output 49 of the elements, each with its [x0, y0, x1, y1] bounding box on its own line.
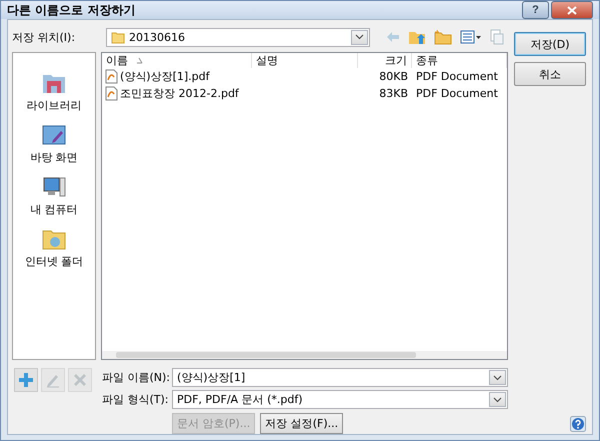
properties-icon[interactable]: [490, 29, 504, 45]
delete-icon: [72, 372, 88, 388]
column-header[interactable]: 이름: [106, 53, 128, 68]
column-header[interactable]: 설명: [256, 53, 278, 68]
file-name-field[interactable]: (양식)상장[1]: [172, 368, 508, 387]
file-name-label: 파일 이름(N):: [102, 370, 170, 385]
file-name: 조민표창장 2012-2.pdf: [120, 86, 239, 101]
add-place-button[interactable]: [14, 368, 38, 392]
location-label: 저장 위치(I):: [12, 30, 76, 44]
pdf-file-icon: [105, 69, 118, 84]
desktop-icon: [41, 123, 67, 147]
column-header[interactable]: 크기: [385, 53, 407, 68]
place-item[interactable]: 라이브러리: [26, 71, 82, 113]
file-type-label: 파일 형식(T):: [102, 392, 170, 407]
save-settings-button[interactable]: 저장 설정(F)...: [260, 413, 344, 434]
computer-icon: [41, 175, 67, 199]
dropdown-icon: [355, 34, 364, 40]
file-type: PDF Document: [415, 87, 499, 100]
close-button[interactable]: [551, 1, 593, 19]
save-button[interactable]: 저장(D): [514, 32, 586, 56]
file-size: 83KB: [378, 87, 409, 100]
file-type: PDF Document: [415, 70, 499, 83]
folder-icon: [111, 30, 125, 44]
window-title: 다른 이름으로 저장하기: [7, 2, 136, 18]
up-folder-icon[interactable]: [408, 29, 426, 45]
place-item[interactable]: 내 컴퓨터: [30, 175, 78, 217]
file-name: (양식)상장[1].pdf: [120, 69, 210, 84]
sort-icon: [136, 57, 143, 64]
back-arrow-icon[interactable]: [386, 31, 400, 43]
pencil-icon: [45, 372, 61, 388]
view-menu-icon[interactable]: [460, 30, 482, 44]
place-item[interactable]: 바탕 화면: [30, 123, 78, 165]
help-button[interactable]: ?: [522, 1, 549, 19]
plus-icon: [18, 372, 34, 388]
file-size: 80KB: [378, 70, 409, 83]
new-folder-icon[interactable]: [434, 29, 452, 45]
cancel-button[interactable]: 취소: [514, 62, 586, 86]
scrollbar-thumb[interactable]: [116, 352, 416, 358]
file-row[interactable]: 조민표창장 2012-2.pdf 83KB PDF Document: [102, 85, 507, 102]
place-item[interactable]: 인터넷 폴더: [24, 227, 84, 269]
pdf-file-icon: [105, 86, 118, 101]
column-header[interactable]: 종류: [416, 53, 438, 68]
dropdown-icon: [493, 374, 502, 380]
dropdown-icon: [493, 396, 502, 402]
file-type-dropdown[interactable]: PDF, PDF/A 문서 (*.pdf): [172, 390, 508, 409]
location-dropdown[interactable]: 20130616: [106, 28, 370, 46]
help-icon[interactable]: [570, 416, 586, 432]
file-row[interactable]: (양식)상장[1].pdf 80KB PDF Document: [102, 68, 507, 85]
close-icon: [567, 6, 577, 14]
